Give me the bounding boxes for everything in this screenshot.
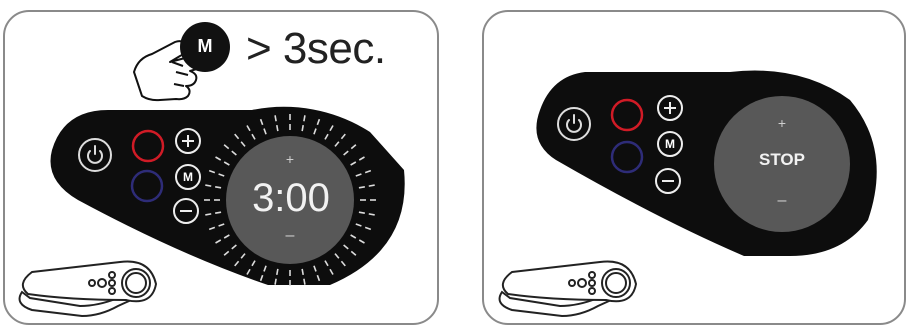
- timer-tick: [358, 211, 365, 214]
- device-thumbnail-icon: [498, 260, 638, 318]
- pressed-key-label: M: [197, 36, 213, 56]
- dial-minus-mark-right: –: [778, 192, 787, 209]
- mode-key-label-right: M: [665, 137, 675, 151]
- timer-tick: [303, 278, 306, 285]
- timer-tick: [301, 268, 304, 275]
- timer-tick: [274, 115, 277, 122]
- timer-tick: [205, 213, 212, 216]
- hold-duration-instruction: > 3sec.: [246, 24, 386, 73]
- timer-tick: [215, 186, 222, 189]
- dial-minus-mark: –: [286, 227, 295, 244]
- mode-key-label: M: [183, 170, 193, 184]
- dial-plus-mark: +: [286, 151, 294, 167]
- timer-tick: [276, 268, 279, 275]
- timer-tick: [215, 211, 222, 214]
- timer-tick: [274, 278, 277, 285]
- timer-tick: [368, 213, 375, 216]
- stop-readout: STOP: [759, 150, 805, 169]
- timer-readout: 3:00: [252, 176, 330, 220]
- device-thumbnail-icon: [18, 260, 158, 318]
- dial-plus-mark-right: +: [778, 115, 786, 131]
- timer-tick: [358, 186, 365, 189]
- timer-tick: [276, 125, 279, 132]
- timer-tick: [301, 125, 304, 132]
- timer-tick: [303, 115, 306, 122]
- timer-tick: [368, 184, 375, 187]
- timer-tick: [205, 184, 212, 187]
